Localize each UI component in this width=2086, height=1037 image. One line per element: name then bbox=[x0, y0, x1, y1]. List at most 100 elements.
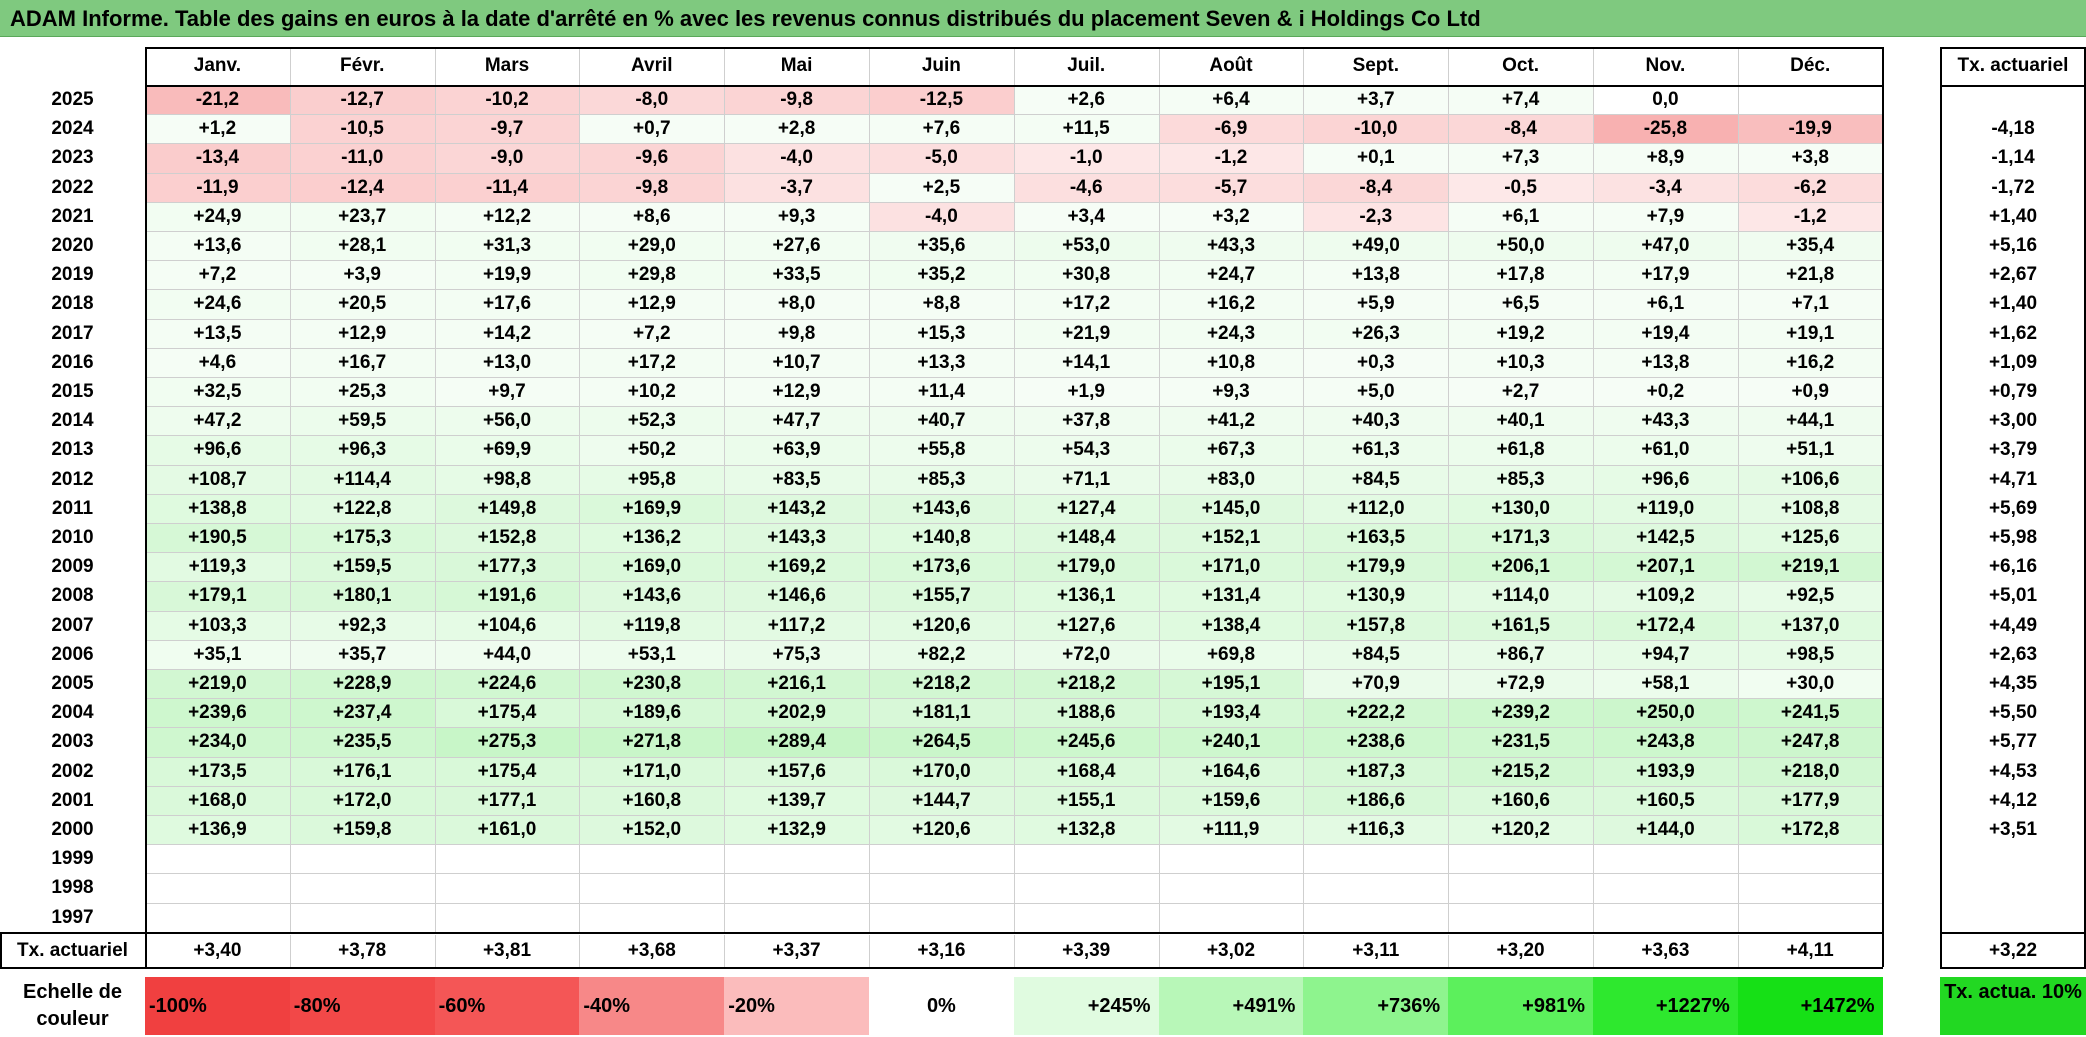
table-cell: +239,6 bbox=[145, 698, 290, 728]
summary-gridline bbox=[1448, 935, 1450, 967]
legend-swatch: -100% bbox=[145, 977, 290, 1035]
table-cell: +31,3 bbox=[434, 231, 580, 261]
column-header: Juil. bbox=[1067, 55, 1106, 76]
table-cell: +13,0 bbox=[434, 347, 580, 377]
table-cell: +35,2 bbox=[869, 260, 1014, 290]
table-cell: +0,2 bbox=[1593, 377, 1738, 407]
table-cell: +175,4 bbox=[434, 756, 580, 786]
table-cell: +195,1 bbox=[1158, 669, 1304, 699]
row-year-label: 2011 bbox=[51, 497, 94, 519]
table-cell: +71,1 bbox=[1013, 464, 1159, 494]
table-cell: -8,4 bbox=[1448, 114, 1593, 144]
table-cell: +19,9 bbox=[434, 260, 580, 290]
table-cell: +157,6 bbox=[724, 756, 869, 786]
table-cell: +176,1 bbox=[289, 756, 435, 786]
table-cell: +164,6 bbox=[1158, 756, 1304, 786]
table-border bbox=[1940, 931, 2086, 934]
table-cell: +7,9 bbox=[1593, 201, 1738, 231]
table-border bbox=[1881, 47, 1884, 932]
table-cell bbox=[1303, 902, 1449, 932]
column-header: Mars bbox=[484, 55, 530, 76]
table-cell bbox=[145, 902, 290, 932]
table-cell: -2,3 bbox=[1303, 201, 1449, 231]
table-cell: +143,6 bbox=[579, 581, 725, 611]
row-rate-cell: +3,79 bbox=[1988, 439, 2038, 461]
row-rate-cell: +5,16 bbox=[1988, 235, 2038, 256]
table-cell: +13,8 bbox=[1303, 260, 1449, 290]
table-cell: +206,1 bbox=[1448, 552, 1593, 582]
table-cell: +16,2 bbox=[1737, 347, 1883, 377]
legend-swatch: -80% bbox=[289, 977, 435, 1035]
table-cell: +146,6 bbox=[724, 581, 869, 611]
table-cell: +1,9 bbox=[1013, 377, 1159, 407]
table-cell: +6,4 bbox=[1158, 85, 1304, 115]
table-cell: +49,0 bbox=[1303, 231, 1449, 261]
table-cell: +250,0 bbox=[1593, 698, 1738, 728]
table-cell: +218,2 bbox=[869, 669, 1014, 699]
table-cell: +9,3 bbox=[1158, 377, 1304, 407]
table-cell: +17,6 bbox=[434, 289, 580, 319]
row-rate-cell: -1,72 bbox=[1991, 176, 2035, 198]
table-cell bbox=[1737, 844, 1883, 874]
table-cell bbox=[869, 873, 1014, 903]
column-header: Août bbox=[1209, 55, 1253, 76]
table-cell: +168,0 bbox=[145, 785, 290, 815]
table-cell: +188,6 bbox=[1013, 698, 1159, 728]
summary-gridline bbox=[1013, 935, 1015, 967]
row-rate-cell: +5,01 bbox=[1988, 585, 2038, 607]
row-rate-cell: +4,35 bbox=[1988, 673, 2038, 694]
row-rate-cell: +0,79 bbox=[1988, 381, 2038, 402]
table-cell: -25,8 bbox=[1593, 114, 1738, 144]
table-cell: +116,3 bbox=[1303, 815, 1449, 845]
column-header: Mai bbox=[780, 55, 813, 76]
table-cell: +130,0 bbox=[1448, 493, 1593, 523]
summary-cell: +3,63 bbox=[1641, 940, 1690, 961]
table-cell: +243,8 bbox=[1593, 727, 1738, 757]
row-year-label: 2008 bbox=[51, 585, 94, 607]
table-cell bbox=[145, 873, 290, 903]
table-cell: +143,2 bbox=[724, 493, 869, 523]
table-cell: +53,1 bbox=[579, 639, 725, 669]
table-cell: +84,5 bbox=[1303, 639, 1449, 669]
column-header: Févr. bbox=[340, 55, 385, 76]
table-cell bbox=[1013, 902, 1159, 932]
table-cell: +47,7 bbox=[724, 406, 869, 436]
table-cell: +140,8 bbox=[869, 523, 1014, 553]
table-cell: +92,3 bbox=[289, 610, 435, 640]
table-cell: +136,2 bbox=[579, 523, 725, 553]
table-cell: -8,4 bbox=[1303, 172, 1449, 202]
row-rate-cell: +1,40 bbox=[1988, 293, 2038, 315]
table-cell: +125,6 bbox=[1737, 523, 1883, 553]
table-cell bbox=[289, 873, 435, 903]
table-border bbox=[1940, 47, 2086, 49]
table-cell: +173,6 bbox=[869, 552, 1014, 582]
summary-cell: +3,68 bbox=[627, 940, 676, 961]
table-cell: -9,8 bbox=[579, 172, 725, 202]
table-cell: +132,8 bbox=[1013, 815, 1159, 845]
table-cell: +275,3 bbox=[434, 727, 580, 757]
table-cell: +10,3 bbox=[1448, 347, 1593, 377]
table-cell: +96,3 bbox=[289, 435, 435, 465]
table-cell: +0,9 bbox=[1737, 377, 1883, 407]
table-cell: -19,9 bbox=[1737, 114, 1883, 144]
table-cell: +3,2 bbox=[1158, 201, 1304, 231]
table-cell: +20,5 bbox=[289, 289, 435, 319]
table-cell: +289,4 bbox=[724, 727, 869, 757]
table-border bbox=[1940, 47, 1942, 932]
table-cell: +85,3 bbox=[1448, 464, 1593, 494]
table-cell: +17,8 bbox=[1448, 260, 1593, 290]
table-cell: +7,6 bbox=[869, 114, 1014, 144]
table-cell: +9,8 bbox=[724, 318, 869, 348]
table-cell: +234,0 bbox=[145, 727, 290, 757]
table-cell: -0,5 bbox=[1448, 172, 1593, 202]
table-cell: +264,5 bbox=[869, 727, 1014, 757]
table-cell: +61,3 bbox=[1303, 435, 1449, 465]
column-gridline bbox=[579, 47, 581, 932]
column-gridline bbox=[724, 47, 726, 932]
table-cell: +29,0 bbox=[579, 231, 725, 261]
table-cell: +19,1 bbox=[1737, 318, 1883, 348]
returns-table: Janv. Févr. Mars Avril Mai Juin Juil. Août Sept.… bbox=[0, 0, 2086, 1037]
table-cell: +186,6 bbox=[1303, 785, 1449, 815]
table-cell: +2,6 bbox=[1013, 85, 1159, 115]
table-cell: +83,0 bbox=[1158, 464, 1304, 494]
